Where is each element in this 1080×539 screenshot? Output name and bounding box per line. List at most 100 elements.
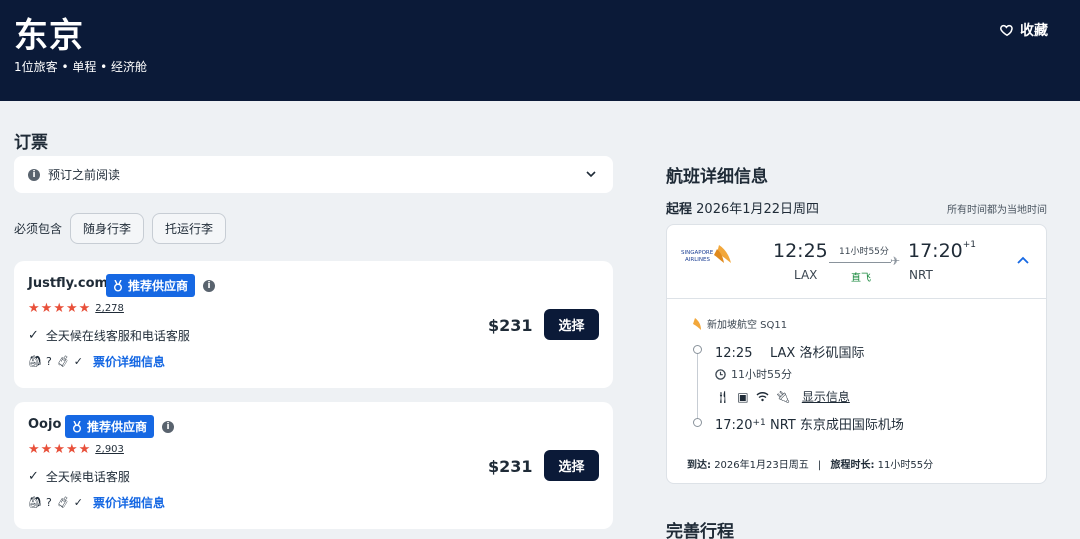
booking-title: 订票	[14, 133, 48, 153]
check-icon: ✓	[73, 355, 83, 368]
carry-on-bag-icon: 🎒︎	[28, 355, 42, 368]
leg-label: 起程	[666, 202, 693, 217]
price: $231	[488, 316, 533, 335]
timeline-dot	[693, 418, 702, 427]
departure-time: 12:25	[773, 240, 828, 262]
route-line	[829, 262, 891, 263]
badge-label: 推荐供应商	[87, 420, 148, 434]
trip-summary: 1位旅客 • 单程 • 经济舱	[14, 60, 148, 74]
amenities: 🍴︎ ▣ 🔌︎ 显示信息	[715, 388, 850, 405]
leg-info: 起程 2026年1月22日周四	[666, 198, 819, 217]
star-icon: ★	[40, 442, 53, 457]
complete-trip-title: 完善行程	[666, 522, 734, 539]
star-icon: ★	[40, 301, 53, 316]
chevron-down-icon	[586, 171, 596, 178]
star-icon: ★	[78, 301, 91, 316]
star-icon: ★	[53, 301, 65, 316]
rating: ★ ★ ★ ★ ★ 2,278	[28, 302, 124, 315]
feature-label: 全天候在线客服和电话客服	[45, 329, 190, 343]
carry-on-unknown: ?	[45, 496, 52, 509]
clock-icon	[715, 368, 726, 380]
star-icon: ★	[78, 442, 91, 457]
filter-carry-on[interactable]: 随身行李	[70, 213, 145, 244]
arrival-date: 2026年1月23日周五	[714, 460, 809, 471]
divider	[667, 298, 1046, 299]
feature-item: ✓ 全天候电话客服	[28, 468, 130, 485]
filter-checked-bag[interactable]: 托运行李	[152, 213, 227, 244]
recommended-badge[interactable]: 推荐供应商	[106, 274, 196, 297]
stop-airport: NRT 东京成田国际机场	[770, 418, 904, 433]
fare-details-link[interactable]: 票价详细信息	[93, 353, 165, 370]
flight-card: SINGAPORE AIRLINES 12:25 LAX 11小时55分 ✈ 直…	[666, 224, 1047, 484]
arrival-time-wrap: 17:20+1	[908, 240, 976, 262]
direct-label: 直飞	[851, 273, 871, 284]
meal-icon: 🍴︎	[715, 389, 731, 404]
recommended-badge[interactable]: 推荐供应商	[65, 415, 155, 438]
plane-icon: ✈	[890, 254, 901, 268]
arrival-summary: 到达: 2026年1月23日周五 | 旅程时长: 11小时55分	[687, 460, 934, 471]
vendor-name: Justfly.com	[28, 276, 109, 291]
offer-card: Justfly.com 推荐供应商 i ★ ★ ★ ★ ★ 2,278 ✓ 全天…	[14, 261, 613, 388]
medal-icon	[73, 420, 81, 432]
arrival-code: NRT	[909, 268, 933, 282]
departure-stop: 12:25 LAX 洛杉矶国际	[715, 342, 864, 361]
star-icon: ★	[65, 442, 78, 457]
carry-on-bag-icon: 🎒︎	[28, 496, 42, 509]
badge-label: 推荐供应商	[128, 279, 189, 293]
heart-icon	[1000, 24, 1013, 37]
wifi-icon	[756, 392, 769, 402]
vendor-name: Oojo	[28, 417, 62, 432]
read-before-label: 预订之前阅读	[48, 168, 121, 182]
segment-duration-label: 11小时55分	[731, 368, 792, 381]
feature-item: ✓ 全天候在线客服和电话客服	[28, 327, 190, 344]
stop-airport: LAX 洛杉矶国际	[770, 346, 865, 361]
feature-label: 全天候电话客服	[45, 470, 130, 484]
checked-bag-icon: 🧳︎	[55, 355, 70, 368]
leg-date: 2026年1月22日周四	[696, 202, 820, 217]
review-count[interactable]: 2,278	[95, 303, 124, 314]
flight-details-title: 航班详细信息	[666, 167, 768, 187]
fare-details-link[interactable]: 票价详细信息	[93, 494, 165, 511]
checked-bag-icon: 🧳︎	[55, 496, 70, 509]
leg-header: 起程 2026年1月22日周四 所有时间都为当地时间	[666, 198, 1047, 217]
arrival-time: 17:20	[908, 240, 963, 262]
star-icon: ★	[28, 301, 40, 316]
arrival-stop: 17:20+1 NRT 东京成田国际机场	[715, 414, 904, 433]
total-duration-label: 旅程时长:	[830, 460, 875, 471]
show-info-link[interactable]: 显示信息	[802, 388, 850, 405]
review-count[interactable]: 2,903	[95, 444, 124, 455]
logo-text: AIRLINES	[685, 257, 710, 263]
info-icon[interactable]: i	[162, 421, 174, 433]
flight-duration: 11小时55分	[839, 247, 889, 257]
must-include-filters: 必须包含 随身行李 托运行李	[14, 213, 227, 244]
check-icon: ✓	[28, 469, 39, 484]
save-button[interactable]: 收藏	[1000, 20, 1048, 40]
rating: ★ ★ ★ ★ ★ 2,903	[28, 443, 124, 456]
airline-bird-icon	[693, 317, 701, 330]
info-icon[interactable]: i	[203, 280, 215, 292]
total-duration: 11小时55分	[877, 460, 934, 471]
stop-time: 12:25	[715, 346, 753, 361]
select-button[interactable]: 选择	[544, 450, 599, 481]
baggage-info: 🎒︎ ? 🧳︎ ✓ 票价详细信息	[28, 494, 165, 511]
baggage-info: 🎒︎ ? 🧳︎ ✓ 票价详细信息	[28, 353, 165, 370]
airline-flight-label: 新加坡航空 SQ11	[707, 320, 788, 331]
singapore-airlines-logo: SINGAPORE AIRLINES	[681, 245, 731, 263]
offer-card: Oojo 推荐供应商 i ★ ★ ★ ★ ★ 2,903 ✓ 全天候电话客服 🎒…	[14, 402, 613, 529]
carry-on-unknown: ?	[45, 355, 52, 368]
star-icon: ★	[28, 442, 40, 457]
segment-duration: 11小时55分	[715, 366, 792, 382]
power-plug-icon: 🔌︎	[775, 389, 791, 404]
arrival-label: 到达:	[687, 460, 711, 471]
next-day-marker: +1	[752, 418, 766, 428]
next-day-marker: +1	[962, 240, 977, 250]
read-before-booking[interactable]: i 预订之前阅读	[14, 156, 613, 193]
chevron-up-icon[interactable]	[1016, 255, 1030, 265]
save-label: 收藏	[1020, 23, 1048, 39]
select-button[interactable]: 选择	[544, 309, 599, 340]
must-include-label: 必须包含	[14, 222, 63, 236]
entertainment-icon: ▣	[737, 389, 749, 404]
medal-icon	[114, 279, 122, 291]
timeline-line	[697, 351, 698, 423]
star-icon: ★	[53, 442, 65, 457]
